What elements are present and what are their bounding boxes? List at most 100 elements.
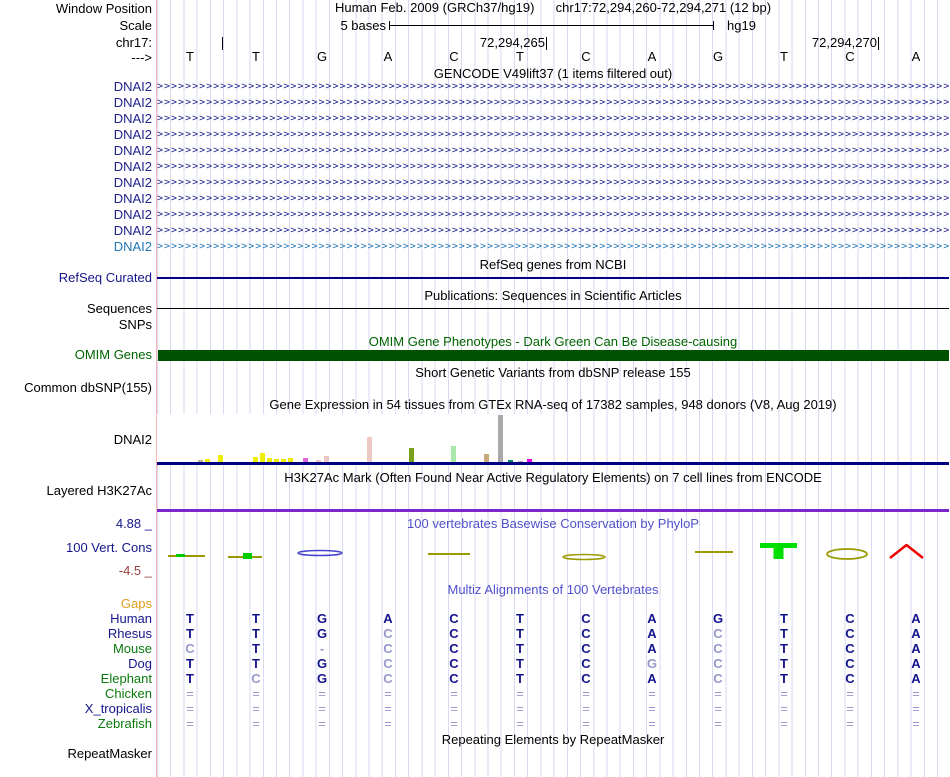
gene-transcript-arrows[interactable]: >>>>>>>>>>>>>>>>>>>>>>>>>>>>>>>>>>>>>>>>…	[157, 80, 949, 94]
gene-transcript-arrows[interactable]: >>>>>>>>>>>>>>>>>>>>>>>>>>>>>>>>>>>>>>>>…	[157, 176, 949, 190]
gene-label-dnai2[interactable]: DNAI2	[0, 208, 152, 222]
species-label-elephant[interactable]: Elephant	[0, 672, 152, 686]
gene-label-dnai2[interactable]: DNAI2	[0, 80, 152, 94]
scale-value: 5 bases	[157, 19, 386, 33]
ruler-tick-label: 72,294,270	[778, 36, 877, 50]
alignment-base: C	[421, 627, 487, 641]
alignment-base: T	[223, 627, 289, 641]
gene-label-dnai2[interactable]: DNAI2	[0, 240, 152, 254]
species-label-mouse[interactable]: Mouse	[0, 642, 152, 656]
gencode-track-title[interactable]: GENCODE V49lift37 (1 items filtered out)	[157, 67, 949, 81]
dbsnp-track-title[interactable]: Short Genetic Variants from dbSNP releas…	[157, 366, 949, 380]
multiz-track-title[interactable]: Multiz Alignments of 100 Vertebrates	[157, 583, 949, 597]
species-label-chicken[interactable]: Chicken	[0, 687, 152, 701]
species-label-zebrafish[interactable]: Zebrafish	[0, 717, 152, 731]
gene-label-dnai2[interactable]: DNAI2	[0, 160, 152, 174]
repeatmasker-label[interactable]: RepeatMasker	[0, 747, 152, 761]
scale-bar	[389, 25, 714, 26]
species-label-human[interactable]: Human	[0, 612, 152, 626]
species-label-x_tropicalis[interactable]: X_tropicalis	[0, 702, 152, 716]
alignment-base: =	[883, 702, 949, 716]
gtex-baseline	[157, 462, 949, 465]
publications-track-title[interactable]: Publications: Sequences in Scientific Ar…	[157, 289, 949, 303]
position-range: chr17:72,294,260-72,294,271 (12 bp)	[556, 0, 771, 15]
species-label-dog[interactable]: Dog	[0, 657, 152, 671]
gene-transcript-arrows[interactable]: >>>>>>>>>>>>>>>>>>>>>>>>>>>>>>>>>>>>>>>>…	[157, 208, 949, 222]
alignment-base: =	[421, 687, 487, 701]
alignment-base: C	[355, 672, 421, 686]
refseq-curated-item[interactable]	[157, 277, 949, 279]
alignment-base: A	[355, 612, 421, 626]
assembly-name: Human Feb. 2009 (GRCh37/hg19)	[335, 0, 534, 15]
dbsnp-label[interactable]: Common dbSNP(155)	[0, 381, 152, 395]
alignment-base: G	[289, 612, 355, 626]
h3k27ac-track-title[interactable]: H3K27Ac Mark (Often Found Near Active Re…	[157, 471, 949, 485]
base-letter: C	[817, 50, 883, 64]
gene-label-dnai2[interactable]: DNAI2	[0, 224, 152, 238]
gene-label-dnai2[interactable]: DNAI2	[0, 112, 152, 126]
alignment-base: T	[751, 612, 817, 626]
sequences-item[interactable]	[157, 308, 949, 309]
alignment-base: G	[289, 627, 355, 641]
alignment-base: C	[553, 627, 619, 641]
ruler-tick	[878, 37, 879, 50]
alignment-base: C	[685, 627, 751, 641]
gene-transcript-arrows[interactable]: >>>>>>>>>>>>>>>>>>>>>>>>>>>>>>>>>>>>>>>>…	[157, 192, 949, 206]
scale-label: Scale	[0, 19, 152, 33]
alignment-base: -	[289, 642, 355, 656]
gene-label-dnai2[interactable]: DNAI2	[0, 144, 152, 158]
alignment-base: T	[157, 657, 223, 671]
alignment-base: C	[421, 612, 487, 626]
gene-transcript-arrows[interactable]: >>>>>>>>>>>>>>>>>>>>>>>>>>>>>>>>>>>>>>>>…	[157, 240, 949, 254]
gene-transcript-arrows[interactable]: >>>>>>>>>>>>>>>>>>>>>>>>>>>>>>>>>>>>>>>>…	[157, 144, 949, 158]
alignment-base: T	[751, 672, 817, 686]
gtex-track-title[interactable]: Gene Expression in 54 tissues from GTEx …	[157, 398, 949, 412]
alignment-base: T	[157, 612, 223, 626]
gene-transcript-arrows[interactable]: >>>>>>>>>>>>>>>>>>>>>>>>>>>>>>>>>>>>>>>>…	[157, 96, 949, 110]
conservation-glyphs	[157, 532, 949, 572]
conservation-label[interactable]: 100 Vert. Cons	[0, 541, 152, 555]
gene-label-dnai2[interactable]: DNAI2	[0, 96, 152, 110]
gene-label-dnai2[interactable]: DNAI2	[0, 176, 152, 190]
species-label-rhesus[interactable]: Rhesus	[0, 627, 152, 641]
gtex-bar	[498, 415, 503, 462]
alignment-base: C	[553, 612, 619, 626]
gene-transcript-arrows[interactable]: >>>>>>>>>>>>>>>>>>>>>>>>>>>>>>>>>>>>>>>>…	[157, 224, 949, 238]
chrom-label: chr17:	[0, 36, 152, 50]
gtex-gene-label[interactable]: DNAI2	[0, 433, 152, 447]
gene-transcript-arrows[interactable]: >>>>>>>>>>>>>>>>>>>>>>>>>>>>>>>>>>>>>>>>…	[157, 128, 949, 142]
alignment-base: =	[883, 717, 949, 731]
base-letter: A	[355, 50, 421, 64]
ruler-tick-label: 72,294,265	[446, 36, 545, 50]
alignment-base: =	[751, 687, 817, 701]
gene-transcript-arrows[interactable]: >>>>>>>>>>>>>>>>>>>>>>>>>>>>>>>>>>>>>>>>…	[157, 160, 949, 174]
ruler-minor-tick	[222, 37, 223, 50]
gene-transcript-arrows[interactable]: >>>>>>>>>>>>>>>>>>>>>>>>>>>>>>>>>>>>>>>>…	[157, 112, 949, 126]
gene-label-dnai2[interactable]: DNAI2	[0, 192, 152, 206]
base-letter: A	[619, 50, 685, 64]
alignment-base: C	[817, 672, 883, 686]
omim-gene-bar[interactable]	[158, 350, 949, 361]
conservation-track-title[interactable]: 100 vertebrates Basewise Conservation by…	[157, 517, 949, 531]
conservation-min-label: -4.5 _	[0, 564, 152, 578]
gtex-bar	[451, 446, 456, 462]
alignment-base: =	[685, 717, 751, 731]
sequence-bases-row: TTGACTCAGTCA	[157, 50, 949, 64]
alignment-base: =	[355, 702, 421, 716]
refseq-curated-label[interactable]: RefSeq Curated	[0, 271, 152, 285]
alignment-base: C	[355, 642, 421, 656]
repeatmasker-track-title[interactable]: Repeating Elements by RepeatMasker	[157, 733, 949, 747]
refseq-track-title[interactable]: RefSeq genes from NCBI	[157, 258, 949, 272]
omim-genes-label[interactable]: OMIM Genes	[0, 348, 152, 362]
alignment-base: =	[487, 687, 553, 701]
snps-label[interactable]: SNPs	[0, 318, 152, 332]
omim-track-title[interactable]: OMIM Gene Phenotypes - Dark Green Can Be…	[157, 335, 949, 349]
strand-direction-label[interactable]: --->	[0, 51, 152, 65]
alignment-base: =	[157, 717, 223, 731]
genome-browser-image: Window Position Human Feb. 2009 (GRCh37/…	[0, 0, 950, 777]
sequences-label[interactable]: Sequences	[0, 302, 152, 316]
gene-label-dnai2[interactable]: DNAI2	[0, 128, 152, 142]
h3k27ac-label[interactable]: Layered H3K27Ac	[0, 484, 152, 498]
species-label-gaps[interactable]: Gaps	[0, 597, 152, 611]
h3k27ac-signal	[157, 509, 949, 512]
